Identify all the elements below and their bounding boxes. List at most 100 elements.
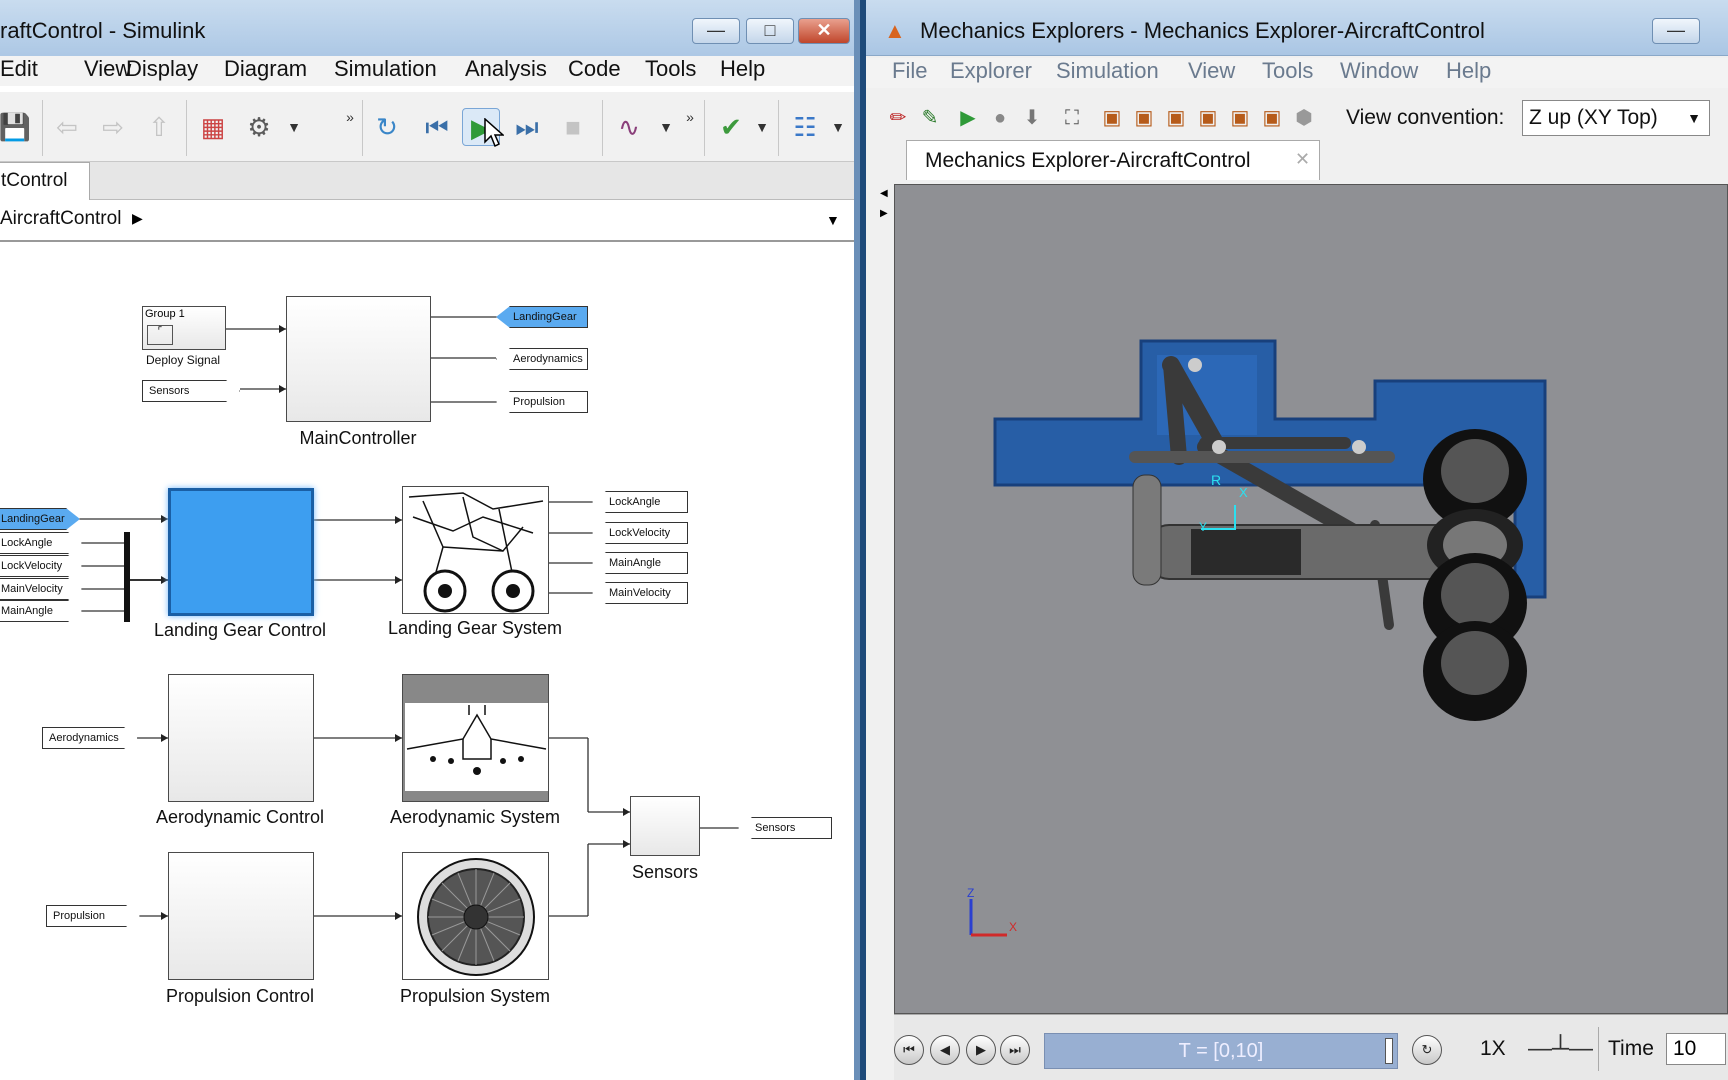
menu-edit[interactable]: Edit [0, 56, 38, 82]
menu-explorer[interactable]: Explorer [950, 58, 1032, 84]
close-tab-icon[interactable]: ✕ [1295, 149, 1310, 170]
mechanics-titlebar[interactable]: ▲ Mechanics Explorers - Mechanics Explor… [866, 0, 1728, 56]
propulsion-control-block[interactable] [168, 852, 314, 980]
menu-window[interactable]: Window [1340, 58, 1418, 84]
gear-icon[interactable]: ⚙ [240, 108, 278, 146]
overflow-icon[interactable]: » [340, 98, 360, 136]
update-diagram-icon[interactable]: ↻ [368, 108, 406, 146]
mainvelocity-from[interactable]: MainVelocity [0, 578, 82, 600]
speed-slider[interactable]: —┴— [1528, 1035, 1593, 1063]
speed-label: 1X [1480, 1037, 1506, 1060]
lockvelocity-from[interactable]: LockVelocity [0, 555, 82, 577]
collapse-panel-icon[interactable]: ◀ ▶ [880, 184, 890, 224]
aerodynamic-system-block[interactable] [402, 674, 549, 802]
up-arrow-icon[interactable]: ⇧ [140, 108, 178, 146]
export-icon[interactable]: ✎ [916, 104, 944, 132]
view-front-icon[interactable]: ▣ [1098, 104, 1126, 132]
view-bottom-icon[interactable]: ▣ [1258, 104, 1286, 132]
view-top-icon[interactable]: ▣ [1226, 104, 1254, 132]
chevron-right-icon[interactable]: ▶ [132, 210, 143, 227]
view-iso-icon[interactable]: ⬢ [1290, 104, 1318, 132]
chevron-down-icon[interactable]: ▼ [656, 108, 676, 146]
chevron-down-icon[interactable]: ▼ [284, 108, 304, 146]
3d-viewport[interactable]: R X Y Z X [894, 184, 1728, 1014]
sensors-inport[interactable]: Sensors [142, 380, 240, 402]
close-button[interactable]: ✕ [798, 18, 850, 44]
menu-view[interactable]: View [84, 56, 131, 82]
frame-label-x: X [1239, 485, 1248, 500]
step-forward-icon[interactable]: ⏭ [1000, 1035, 1030, 1065]
scope-icon[interactable]: ∿ [610, 108, 648, 146]
propulsion-system-block[interactable] [402, 852, 549, 980]
sensors-goto[interactable]: Sensors [738, 817, 832, 839]
library-browser-icon[interactable]: ▦ [194, 108, 232, 146]
download-icon[interactable]: ⬇ [1018, 104, 1046, 132]
menu-simulation[interactable]: Simulation [1056, 58, 1159, 84]
chevron-down-icon[interactable]: ▼ [752, 108, 772, 146]
view-right-icon[interactable]: ▣ [1194, 104, 1222, 132]
aerodynamics-goto[interactable]: Aerodynamics [496, 348, 588, 370]
view-left-icon[interactable]: ▣ [1162, 104, 1190, 132]
aerodynamic-control-block[interactable] [168, 674, 314, 802]
lockangle-from[interactable]: LockAngle [0, 532, 82, 554]
stop-icon[interactable]: ■ [554, 108, 592, 146]
landing-gear-control-block[interactable] [168, 488, 314, 616]
back-arrow-icon[interactable]: ⇦ [48, 108, 86, 146]
mainvelocity-goto[interactable]: MainVelocity [592, 582, 688, 604]
menu-tools[interactable]: Tools [645, 56, 696, 82]
mainangle-from[interactable]: MainAngle [0, 600, 82, 622]
stop-icon[interactable]: ● [986, 104, 1014, 132]
play-icon[interactable]: ▶ [954, 104, 982, 132]
landing-gear-system-block[interactable] [402, 486, 549, 614]
grid-icon[interactable]: ☷ [786, 108, 824, 146]
menu-display[interactable]: Display [126, 56, 198, 82]
landinggear-from[interactable]: LandingGear [0, 508, 80, 530]
menu-code[interactable]: Code [568, 56, 621, 82]
minimize-button[interactable]: — [692, 18, 740, 44]
step-back-icon[interactable]: ◀ [930, 1035, 960, 1065]
menu-help[interactable]: Help [720, 56, 765, 82]
model-canvas[interactable]: Group 1 ⌜ Deploy Signal Sensors MainCont… [0, 244, 854, 1080]
view-back-icon[interactable]: ▣ [1130, 104, 1158, 132]
step-forward-icon[interactable]: ⏭ [508, 108, 546, 146]
slider-handle[interactable] [1385, 1038, 1393, 1064]
landinggear-goto[interactable]: LandingGear [496, 306, 588, 328]
menu-tools[interactable]: Tools [1262, 58, 1313, 84]
aerodynamics-from[interactable]: Aerodynamics [42, 727, 138, 749]
menu-file[interactable]: File [892, 58, 927, 84]
minimize-button[interactable]: — [1652, 18, 1700, 44]
propulsion-goto[interactable]: Propulsion [496, 391, 588, 413]
check-icon[interactable]: ✔ [712, 108, 750, 146]
explorer-tab[interactable]: Mechanics Explorer-AircraftControl ✕ [906, 140, 1320, 180]
breadcrumb-model[interactable]: AircraftControl [0, 208, 121, 230]
simulink-titlebar[interactable]: raftControl - Simulink — □ ✕ [0, 0, 854, 62]
fit-view-icon[interactable]: ⛶ [1058, 104, 1086, 132]
forward-arrow-icon[interactable]: ⇨ [94, 108, 132, 146]
rewind-icon[interactable]: ⏮ [894, 1035, 924, 1065]
propulsion-from[interactable]: Propulsion [46, 905, 140, 927]
maximize-button[interactable]: □ [746, 18, 794, 44]
menu-diagram[interactable]: Diagram [224, 56, 307, 82]
play-icon[interactable]: ▶ [966, 1035, 996, 1065]
chevron-down-icon[interactable]: ▼ [828, 108, 848, 146]
time-input[interactable]: 10 [1666, 1033, 1726, 1065]
menu-simulation[interactable]: Simulation [334, 56, 437, 82]
lockvelocity-goto[interactable]: LockVelocity [592, 522, 688, 544]
import-icon[interactable]: ✏ [884, 104, 912, 132]
main-controller-block[interactable] [286, 296, 431, 422]
mainangle-goto[interactable]: MainAngle [592, 552, 688, 574]
signal-builder-block[interactable]: Group 1 ⌜ [142, 306, 226, 350]
lockangle-goto[interactable]: LockAngle [592, 491, 688, 513]
save-icon[interactable]: 💾 [0, 108, 34, 146]
menu-help[interactable]: Help [1446, 58, 1491, 84]
menu-view[interactable]: View [1188, 58, 1235, 84]
overflow-icon[interactable]: » [680, 98, 700, 136]
menu-analysis[interactable]: Analysis [465, 56, 547, 82]
sensors-block[interactable] [630, 796, 700, 856]
time-slider[interactable]: T = [0,10] [1044, 1033, 1398, 1069]
chevron-down-icon[interactable]: ▼ [826, 212, 840, 228]
step-back-icon[interactable]: ⏮ [418, 108, 456, 146]
loop-icon[interactable]: ↻ [1412, 1035, 1442, 1065]
model-tab[interactable]: tControl [0, 162, 90, 200]
view-convention-select[interactable]: Z up (XY Top) ▼ [1522, 100, 1710, 136]
